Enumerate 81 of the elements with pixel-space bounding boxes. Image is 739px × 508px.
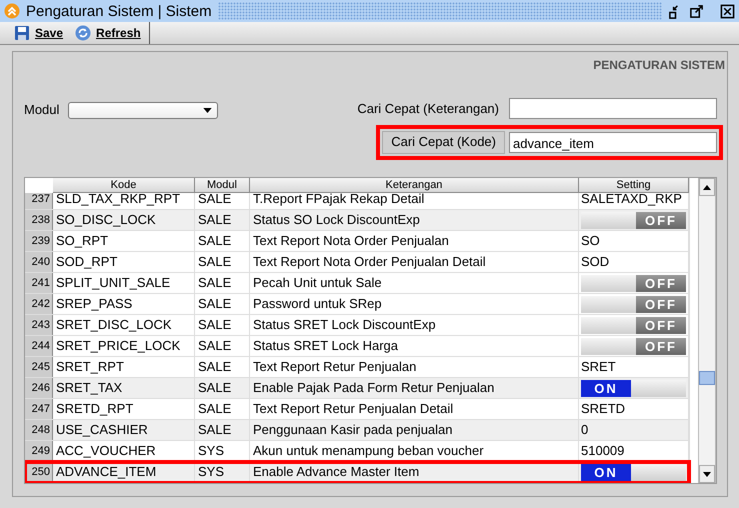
table-cell: SRET (579, 357, 689, 377)
table-cell: Text Report Retur Penjualan Detail (250, 399, 579, 419)
table-cell: Status SRET Lock DiscountExp (250, 315, 579, 335)
table-cell: SALE (195, 378, 250, 398)
row-number: 248 (25, 420, 53, 440)
table-cell: SOD_RPT (53, 252, 195, 272)
table-cell: Penggunaan Kasir pada penjualan (250, 420, 579, 440)
table-cell: SALE (195, 315, 250, 335)
table-cell: Password untuk SRep (250, 294, 579, 314)
table-cell: SALE (195, 210, 250, 230)
table-cell: Text Report Nota Order Penjualan (250, 231, 579, 251)
scroll-down-icon[interactable] (703, 472, 711, 476)
search-label: Cari Cepat (Kode) (382, 131, 505, 154)
row-number: 245 (25, 357, 53, 377)
table-cell: SALE (195, 189, 250, 209)
row-number: 242 (25, 294, 53, 314)
table-cell: SALE (195, 252, 250, 272)
table-cell: SRET_TAX (53, 378, 195, 398)
table-cell: SALETAXD_RKP (579, 189, 689, 209)
table-cell: SPLIT_UNIT_SALE (53, 273, 195, 293)
table-cell: SALE (195, 273, 250, 293)
table-cell: SRET_RPT (53, 357, 195, 377)
scrollbar[interactable] (698, 178, 716, 483)
app-icon (4, 3, 20, 19)
table-cell: SALE (195, 357, 250, 377)
table-cell: SO (579, 231, 689, 251)
search-field[interactable]: advance_item (509, 132, 717, 153)
section-title: PENGATURAN SISTEM (593, 58, 726, 72)
table-cell: SRETD (579, 399, 689, 419)
table-cell: ADVANCE_ITEM (53, 462, 195, 482)
table-cell: SRET_DISC_LOCK (53, 315, 195, 335)
table-cell: Status SRET Lock Harga (250, 336, 579, 356)
table-cell: SLD_TAX_RKP_RPT (53, 189, 195, 209)
maximize-icon[interactable] (689, 4, 704, 18)
row-number: 246 (25, 378, 53, 398)
table-cell: SOD (579, 252, 689, 272)
table-cell: USE_CASHIER (53, 420, 195, 440)
column-header[interactable]: Modul (195, 178, 250, 193)
refresh-icon (75, 25, 92, 41)
search-label: Cari Cepat (Keterangan) (357, 101, 499, 116)
table-cell: SO_RPT (53, 231, 195, 251)
window-title: Pengaturan Sistem | Sistem (26, 2, 212, 20)
table-cell: Enable Pajak Pada Form Retur Penjualan (250, 378, 579, 398)
table-cell: SRETD_RPT (53, 399, 195, 419)
row-number: 249 (25, 441, 53, 461)
modul-label: Modul (24, 102, 60, 117)
refresh-button[interactable]: Refresh (69, 23, 147, 43)
row-number: 238 (25, 210, 53, 230)
table-cell: Status SO Lock DiscountExp (250, 210, 579, 230)
table-cell: Text Report Retur Penjualan (250, 357, 579, 377)
row-number: 244 (25, 336, 53, 356)
modul-dropdown[interactable] (68, 102, 218, 119)
save-button[interactable]: Save (8, 23, 70, 43)
table-cell: SREP_PASS (53, 294, 195, 314)
caret-icon (203, 108, 212, 113)
row-number: 240 (25, 252, 53, 272)
table-cell: 0 (579, 420, 689, 440)
row-number: 250 (25, 462, 53, 482)
table-cell: SO_DISC_LOCK (53, 210, 195, 230)
table-cell: Pecah Unit untuk Sale (250, 273, 579, 293)
scroll-thumb[interactable] (699, 371, 715, 385)
column-header[interactable]: Setting (579, 178, 689, 193)
table-cell: SYS (195, 462, 250, 482)
scroll-up-icon[interactable] (703, 184, 711, 190)
column-header[interactable]: Keterangan (250, 178, 579, 193)
table-cell: SALE (195, 294, 250, 314)
close-icon[interactable] (720, 4, 735, 18)
column-header[interactable]: Kode (53, 178, 195, 193)
row-number: 239 (25, 231, 53, 251)
search-field[interactable] (509, 98, 717, 119)
table-cell: SALE (195, 336, 250, 356)
table-cell: SALE (195, 231, 250, 251)
table-cell: Text Report Nota Order Penjualan Detail (250, 252, 579, 272)
row-number: 247 (25, 399, 53, 419)
row-number: 243 (25, 315, 53, 335)
table-cell: SRET_PRICE_LOCK (53, 336, 195, 356)
table-cell: Enable Advance Master Item (250, 462, 579, 482)
table-cell: T.Report FPajak Rekap Detail (250, 189, 579, 209)
table-cell: SALE (195, 420, 250, 440)
table-cell: SALE (195, 399, 250, 419)
row-number: 241 (25, 273, 53, 293)
